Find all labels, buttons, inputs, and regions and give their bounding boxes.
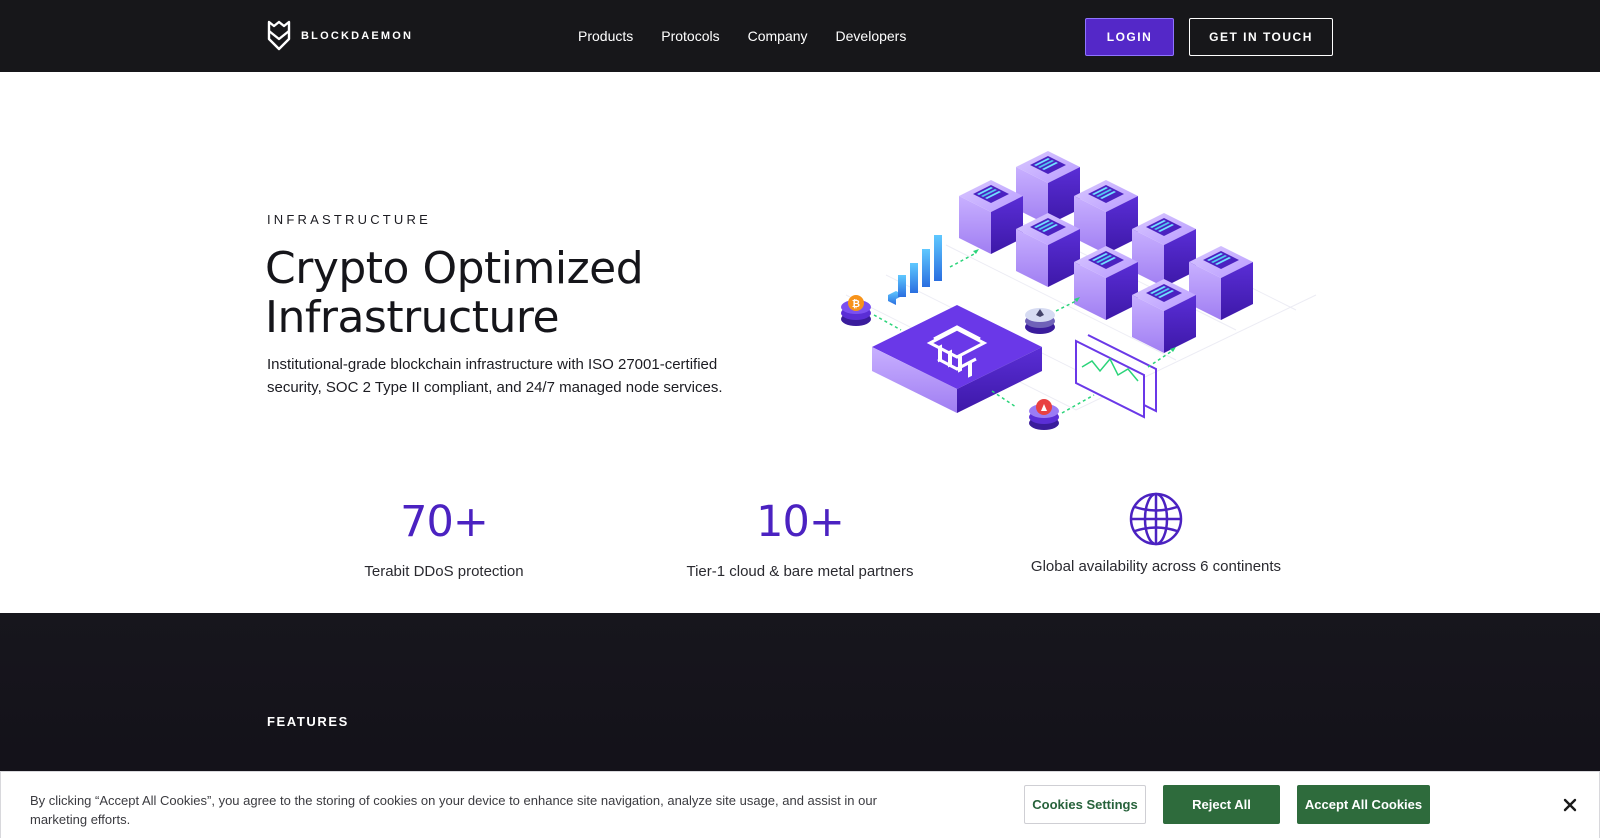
stat-value: 70+ — [400, 497, 489, 547]
close-x-glyph — [1563, 798, 1577, 812]
cookie-banner-text: By clicking “Accept All Cookies”, you ag… — [30, 793, 877, 827]
stat-label: Terabit DDoS protection — [364, 563, 524, 580]
stat-label: Tier-1 cloud & bare metal partners — [686, 563, 914, 580]
reject-all-button[interactable]: Reject All — [1163, 785, 1280, 824]
stat-global: Global availability across 6 continents — [1011, 492, 1301, 575]
main-nav: Products Protocols Company Developers — [578, 0, 906, 72]
nav-item-company[interactable]: Company — [748, 28, 808, 44]
nav-item-products[interactable]: Products — [578, 28, 633, 44]
stat-ddos: 70+ Terabit DDoS protection — [344, 497, 544, 580]
brand-logo[interactable]: BLOCKDAEMON — [266, 20, 413, 51]
isometric-infrastructure-illustration: ₿ — [841, 151, 1317, 430]
get-in-touch-button[interactable]: GET IN TOUCH — [1189, 18, 1333, 56]
cookies-settings-button[interactable]: Cookies Settings — [1024, 785, 1146, 824]
login-button[interactable]: LOGIN — [1085, 18, 1174, 56]
features-heading: FEATURES — [267, 714, 349, 729]
stat-partners: 10+ Tier-1 cloud & bare metal partners — [669, 497, 931, 580]
nav-item-protocols[interactable]: Protocols — [661, 28, 719, 44]
accept-all-cookies-button[interactable]: Accept All Cookies — [1297, 785, 1430, 824]
hero-description: Institutional-grade blockchain infrastru… — [267, 356, 723, 396]
site-header: BLOCKDAEMON Products Protocols Company D… — [0, 0, 1600, 72]
hero-title: Crypto Optimized Infrastructure — [265, 243, 644, 343]
hero-eyebrow: INFRASTRUCTURE — [267, 212, 431, 227]
stat-value: 10+ — [756, 497, 845, 547]
close-icon[interactable] — [1559, 794, 1581, 816]
globe-icon — [1129, 492, 1183, 546]
cookie-banner: By clicking “Accept All Cookies”, you ag… — [0, 771, 1600, 838]
svg-text:₿: ₿ — [852, 298, 860, 310]
stat-label: Global availability across 6 continents — [1030, 558, 1282, 575]
blockdaemon-shield-icon — [267, 20, 291, 51]
nav-item-developers[interactable]: Developers — [836, 28, 907, 44]
brand-name: BLOCKDAEMON — [301, 29, 414, 42]
